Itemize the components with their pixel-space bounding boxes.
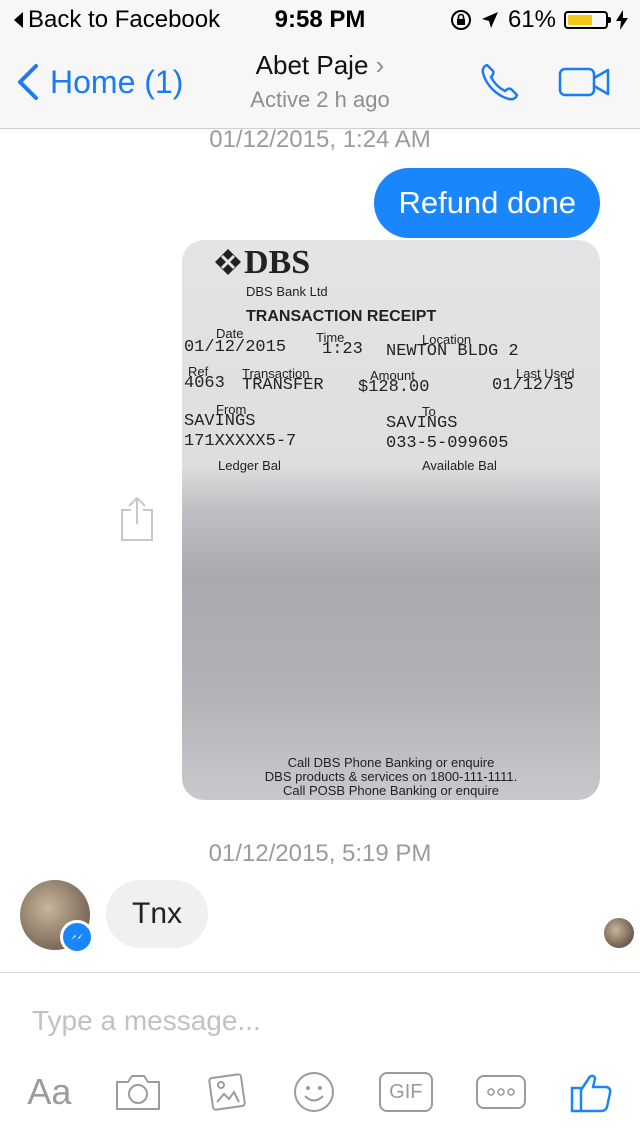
share-icon xyxy=(121,496,153,541)
incoming-message[interactable]: Tnx xyxy=(106,880,209,948)
more-button[interactable] xyxy=(475,1075,526,1109)
amount-value: $128.00 xyxy=(358,378,430,397)
to-type: SAVINGS xyxy=(386,414,458,433)
phone-call-icon[interactable] xyxy=(478,60,522,104)
outgoing-message[interactable]: Refund done xyxy=(374,168,600,238)
back-triangle-icon xyxy=(14,12,23,28)
like-icon xyxy=(570,1074,612,1113)
status-bar: Back to Facebook 9:58 PM 61% xyxy=(0,0,640,40)
emoji-button[interactable] xyxy=(292,1070,336,1114)
ledger-label: Ledger Bal xyxy=(218,458,281,473)
location-arrow-icon xyxy=(481,12,498,28)
seen-indicator-avatar xyxy=(604,918,634,948)
header-actions xyxy=(478,60,610,104)
like-button[interactable] xyxy=(569,1070,613,1114)
gif-button[interactable]: GIF xyxy=(378,1072,433,1112)
share-button[interactable] xyxy=(118,496,156,547)
contact-avatar[interactable] xyxy=(20,880,94,954)
home-back-button[interactable]: Home (1) xyxy=(16,62,183,102)
photo-button[interactable] xyxy=(205,1070,249,1114)
available-label: Available Bal xyxy=(422,458,497,473)
receipt-logo: DBS xyxy=(244,244,311,281)
home-label: Home (1) xyxy=(50,63,184,100)
from-account: 171XXXXX5-7 xyxy=(184,432,297,451)
receipt-photo[interactable]: DBS DBS Bank Ltd TRANSACTION RECEIPT Dat… xyxy=(182,240,600,800)
location-value: NEWTON BLDG 2 xyxy=(386,342,519,361)
last-used-value: 01/12/15 xyxy=(492,376,574,395)
time-value: 1:23 xyxy=(322,340,363,359)
message-timestamp-2: 01/12/2015, 5:19 PM xyxy=(208,840,432,867)
receipt-footer-2: DBS products & services on 1800-111-1111… xyxy=(264,769,518,784)
battery-icon xyxy=(564,11,611,29)
charging-bolt-icon xyxy=(616,10,628,30)
camera-icon xyxy=(116,1075,161,1110)
text-format-button[interactable]: Aa xyxy=(27,1071,71,1113)
dbs-logo-icon xyxy=(215,249,241,275)
chevron-left-icon xyxy=(18,64,38,100)
receipt-footer-3: Call POSB Phone Banking or enquire xyxy=(282,783,500,798)
to-account: 033-5-099605 xyxy=(386,434,509,453)
more-icon xyxy=(486,1088,515,1096)
photo-icon xyxy=(208,1073,246,1111)
text-format-icon: Aa xyxy=(27,1071,72,1112)
chevron-right-icon: › xyxy=(375,50,385,80)
receipt-footer-1: Call DBS Phone Banking or enquire xyxy=(287,755,495,770)
date-value: 01/12/2015 xyxy=(184,338,287,357)
receipt-heading: TRANSACTION RECEIPT xyxy=(246,308,437,325)
composer-toolbar: Aa GIF xyxy=(0,1069,640,1115)
rotation-lock-icon xyxy=(450,10,471,30)
message-composer: Type a message... Aa GIF xyxy=(0,972,640,1137)
receipt-bank: DBS Bank Ltd xyxy=(246,284,328,299)
messenger-badge-icon xyxy=(60,920,94,954)
gif-label: GIF xyxy=(389,1080,423,1103)
status-right: 61% xyxy=(450,6,628,34)
message-timestamp: 01/12/2015, 1:24 AM xyxy=(209,126,431,153)
emoji-icon xyxy=(294,1072,334,1112)
conversation-header: Home (1) Abet Paje › Active 2 h ago xyxy=(0,40,640,129)
battery-percent: 61% xyxy=(507,6,556,33)
video-call-icon[interactable] xyxy=(558,65,610,99)
ref-value: 4063 xyxy=(184,374,225,393)
camera-button[interactable] xyxy=(114,1072,162,1112)
back-to-facebook-link[interactable]: Back to Facebook xyxy=(12,6,220,34)
message-input[interactable]: Type a message... xyxy=(32,1005,261,1037)
from-type: SAVINGS xyxy=(184,412,256,431)
transaction-value: TRANSFER xyxy=(242,376,324,395)
back-label: Back to Facebook xyxy=(28,6,221,33)
